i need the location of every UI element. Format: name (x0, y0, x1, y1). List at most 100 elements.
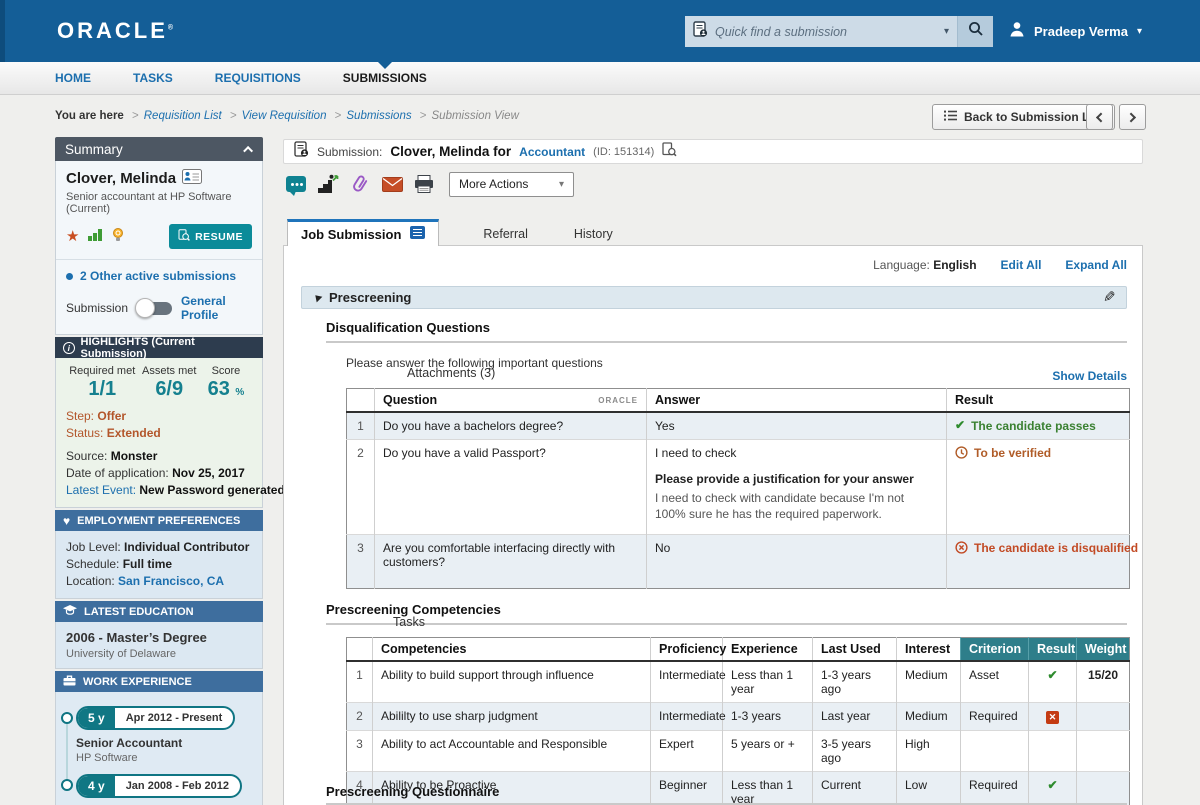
previous-submission-button[interactable] (1086, 104, 1113, 130)
result-cell: The candidate is disqualified (947, 535, 1130, 589)
quick-find-search: ▾ (685, 16, 993, 47)
timeline-line (66, 720, 68, 786)
experience-cell: 5 years or + (723, 731, 813, 772)
criterion-link[interactable]: Required (961, 772, 1029, 805)
experience-cell: 1-3 years (723, 703, 813, 731)
nav-submissions[interactable]: SUBMISSIONS (343, 62, 427, 94)
language-value[interactable]: English (933, 258, 976, 272)
submission-candidate-name: Clover, Melinda for (390, 144, 511, 159)
oracle-watermark: ORACLE (598, 396, 638, 405)
collapse-triangle-icon[interactable] (310, 290, 323, 303)
status-label: Status: (66, 426, 103, 440)
stat-value: 6/9 (139, 378, 200, 401)
criterion-link[interactable]: Required (961, 703, 1029, 731)
edit-all-link[interactable]: Edit All (1001, 258, 1042, 272)
proficiency-cell: Expert (651, 731, 723, 772)
highlights-stats: Required met 1/1 Assets met 6/9 Score 63… (66, 365, 252, 401)
breadcrumb-requisition-list[interactable]: Requisition List (144, 110, 222, 122)
experience-duration-pill[interactable]: 5 y Apr 2012 - Present (76, 706, 235, 730)
stat-required-met: Required met 1/1 (66, 365, 139, 401)
edit-pencil-icon[interactable]: ✎ (1103, 290, 1116, 305)
preview-icon[interactable] (662, 142, 677, 162)
other-active-submissions-link[interactable]: 2 Other active submissions (66, 260, 252, 285)
breadcrumb-separator: > (420, 110, 427, 122)
highlights-header: i HIGHLIGHTS (Current Submission) (55, 337, 263, 358)
heading-rule (326, 341, 1127, 343)
more-actions-dropdown[interactable]: More Actions ▾ (449, 172, 574, 197)
question-header-label: Question (383, 393, 437, 407)
row-number: 1 (347, 661, 373, 703)
summary-title: Summary (65, 142, 123, 157)
experience-cell: Less than 1 year (723, 661, 813, 703)
comments-icon[interactable] (285, 176, 307, 192)
search-field[interactable]: ▾ (685, 16, 957, 47)
action-icons-row: More Actions ▾ (285, 171, 574, 197)
location-label: Location: (66, 574, 115, 588)
weight-cell (1077, 772, 1130, 805)
experience-duration-pill[interactable]: 4 y Jan 2008 - Feb 2012 (76, 774, 242, 798)
breadcrumb-separator: > (132, 110, 139, 122)
fail-x-icon: ✕ (1046, 711, 1059, 724)
result-cell: ✕ (1029, 703, 1077, 731)
tab-job-submission-label: Job Submission (301, 227, 401, 242)
location-value-link[interactable]: San Francisco, CA (118, 574, 224, 588)
main-nav: HOME TASKS REQUISITIONS SUBMISSIONS (0, 62, 1200, 95)
print-icon[interactable] (413, 175, 435, 193)
stat-label: Required met (66, 365, 139, 377)
tab-history[interactable]: History (572, 222, 615, 246)
last-used-header: Last Used (813, 638, 897, 662)
email-icon[interactable] (381, 177, 403, 192)
criterion-link[interactable]: Asset (961, 661, 1029, 703)
tab-job-submission[interactable]: Job Submission (287, 219, 439, 246)
breadcrumb-current: Submission View (432, 110, 519, 122)
status-line: Status: Extended (66, 425, 252, 442)
toggle-knob[interactable] (135, 298, 155, 318)
result-text: To be verified (974, 446, 1051, 460)
date-label: Date of application: (66, 466, 169, 480)
result-cell: ✔ (1029, 772, 1077, 805)
next-submission-button[interactable] (1119, 104, 1146, 130)
resume-button[interactable]: RESUME (169, 224, 252, 249)
tab-attachments[interactable]: Attachments (3) (405, 361, 1188, 385)
submission-label: Submission: (317, 145, 382, 159)
breadcrumb-view-requisition[interactable]: View Requisition (242, 110, 327, 122)
row-number: 1 (347, 412, 375, 440)
tab-tasks[interactable]: Tasks (391, 610, 1174, 634)
graduation-cap-icon (63, 605, 77, 619)
candidate-icons-row: ★ RESUME (66, 224, 252, 249)
job-level-value: Individual Contributor (124, 540, 249, 554)
prescreening-section-title: Prescreening (329, 290, 411, 305)
latest-event-label[interactable]: Latest Event: (66, 483, 136, 497)
search-dropdown-caret-icon[interactable]: ▾ (944, 26, 949, 37)
proficiency-header: Proficiency (651, 638, 723, 662)
weight-cell (1077, 731, 1130, 772)
competency-cell: Abililty to use sharp judgment (373, 703, 651, 731)
collapse-chevron-icon[interactable] (243, 145, 253, 155)
criterion-header: Criterion (961, 638, 1029, 662)
result-cell: ✔ (1029, 661, 1077, 703)
nav-requisitions[interactable]: REQUISITIONS (215, 62, 301, 94)
submission-job-link[interactable]: Accountant (519, 145, 585, 159)
education-school: University of Delaware (66, 648, 252, 660)
user-menu[interactable]: Pradeep Verma ▾ (1009, 0, 1142, 62)
question-cell: Do you have a bachelors degree? (375, 412, 647, 440)
answer-cell: Yes (647, 412, 947, 440)
breadcrumb-submissions[interactable]: Submissions (346, 110, 411, 122)
change-step-icon[interactable] (317, 174, 339, 194)
breadcrumb-separator: > (230, 110, 237, 122)
tab-referral[interactable]: Referral (481, 222, 529, 246)
expand-all-link[interactable]: Expand All (1065, 258, 1127, 272)
row-number: 3 (347, 731, 373, 772)
employment-preferences-title: EMPLOYMENT PREFERENCES (77, 515, 240, 527)
nav-home[interactable]: HOME (55, 62, 91, 94)
info-icon: i (63, 342, 75, 354)
nav-tasks[interactable]: TASKS (133, 62, 173, 94)
search-button[interactable] (957, 16, 993, 47)
search-input[interactable] (715, 25, 937, 39)
work-experience-title: WORK EXPERIENCE (83, 676, 192, 688)
attachment-paperclip-icon[interactable] (349, 174, 371, 194)
header-edge (0, 0, 5, 62)
submission-profile-toggle[interactable] (137, 302, 172, 315)
general-profile-link[interactable]: General Profile (181, 294, 252, 322)
prescreening-section-bar[interactable]: Prescreening ✎ (301, 286, 1127, 309)
